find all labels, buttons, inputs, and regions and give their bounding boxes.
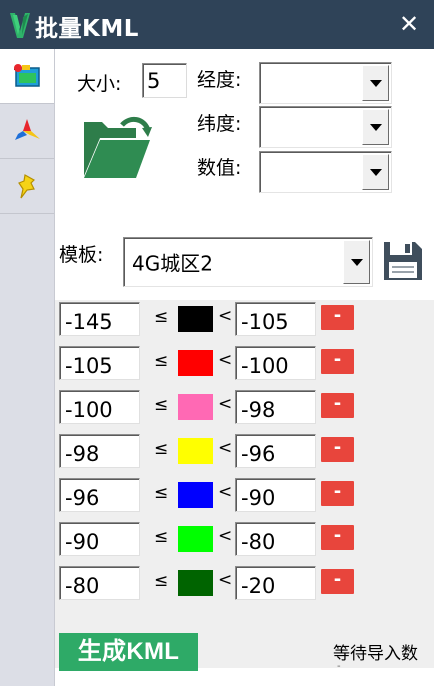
window-title: 批量KML bbox=[35, 16, 139, 42]
range-row: ≤ < - bbox=[55, 388, 434, 432]
range-max-input[interactable] bbox=[235, 434, 316, 468]
sidebar-tab-pin[interactable] bbox=[0, 159, 54, 214]
less-equal-symbol: ≤ bbox=[154, 483, 169, 503]
delete-range-button[interactable]: - bbox=[321, 481, 354, 506]
color-swatch[interactable] bbox=[178, 570, 213, 596]
pushpin-icon bbox=[18, 174, 35, 199]
range-min-input[interactable] bbox=[59, 478, 140, 512]
range-row: ≤ < - bbox=[55, 344, 434, 388]
color-swatch[interactable] bbox=[178, 394, 213, 420]
range-row: ≤ < - bbox=[55, 564, 434, 608]
delete-range-button[interactable]: - bbox=[321, 569, 354, 594]
delete-range-button[interactable]: - bbox=[321, 525, 354, 550]
size-label: 大小: bbox=[77, 73, 122, 95]
less-equal-symbol: ≤ bbox=[154, 439, 169, 459]
range-min-input[interactable] bbox=[59, 346, 140, 380]
range-row: ≤ < - bbox=[55, 476, 434, 520]
chevron-down-icon[interactable] bbox=[362, 154, 389, 190]
less-than-symbol: < bbox=[218, 526, 233, 546]
delete-range-button[interactable]: - bbox=[321, 437, 354, 462]
less-than-symbol: < bbox=[218, 570, 233, 590]
color-swatch[interactable] bbox=[178, 482, 213, 508]
less-than-symbol: < bbox=[218, 394, 233, 414]
range-row: ≤ < - bbox=[55, 520, 434, 564]
less-equal-symbol: ≤ bbox=[154, 571, 169, 591]
range-max-input[interactable] bbox=[235, 390, 316, 424]
template-select-value: 4G城区2 bbox=[132, 251, 213, 276]
template-label: 模板: bbox=[59, 244, 104, 266]
less-than-symbol: < bbox=[218, 306, 233, 326]
batch-kml-icon bbox=[14, 64, 40, 87]
color-swatch[interactable] bbox=[178, 350, 213, 376]
chevron-down-icon[interactable] bbox=[362, 65, 389, 101]
app-logo-icon bbox=[10, 13, 30, 38]
chevron-down-icon[interactable] bbox=[362, 109, 389, 145]
range-max-input[interactable] bbox=[235, 566, 316, 600]
sidebar-tab-batch-kml[interactable] bbox=[0, 49, 54, 104]
range-min-input[interactable] bbox=[59, 566, 140, 600]
value-select[interactable] bbox=[259, 151, 392, 193]
range-max-input[interactable] bbox=[235, 522, 316, 556]
color-swatch[interactable] bbox=[178, 306, 213, 332]
range-min-input[interactable] bbox=[59, 522, 140, 556]
less-than-symbol: < bbox=[218, 482, 233, 502]
color-swatch[interactable] bbox=[178, 526, 213, 552]
less-equal-symbol: ≤ bbox=[154, 527, 169, 547]
close-button[interactable]: ✕ bbox=[396, 9, 422, 39]
range-min-input[interactable] bbox=[59, 434, 140, 468]
status-text: 等待导入数 bbox=[333, 644, 418, 664]
delete-range-button[interactable]: - bbox=[321, 305, 354, 330]
title-bar: 批量KML ✕ bbox=[0, 0, 434, 49]
less-than-symbol: < bbox=[218, 350, 233, 370]
longitude-select[interactable] bbox=[259, 62, 392, 104]
sidebar-tab-color[interactable] bbox=[0, 104, 54, 159]
chevron-down-icon[interactable] bbox=[343, 240, 370, 284]
range-row: ≤ < - bbox=[55, 300, 434, 344]
less-equal-symbol: ≤ bbox=[154, 395, 169, 415]
less-than-symbol: < bbox=[218, 438, 233, 458]
main-panel: 大小: 经度: 纬度: 数值: 模板: 4G城区2 ≤ < bbox=[55, 49, 434, 686]
latitude-select[interactable] bbox=[259, 106, 392, 148]
less-equal-symbol: ≤ bbox=[154, 307, 169, 327]
range-max-input[interactable] bbox=[235, 302, 316, 336]
range-list: ≤ < - ≤ < - ≤ < - ≤ < - bbox=[55, 300, 434, 668]
sidebar bbox=[0, 49, 55, 686]
less-equal-symbol: ≤ bbox=[154, 351, 169, 371]
size-input[interactable] bbox=[142, 63, 187, 98]
range-row: ≤ < - bbox=[55, 432, 434, 476]
delete-range-button[interactable]: - bbox=[321, 349, 354, 374]
range-max-input[interactable] bbox=[235, 346, 316, 380]
latitude-label: 纬度: bbox=[197, 113, 242, 135]
longitude-label: 经度: bbox=[197, 69, 242, 91]
status-indicator: - bbox=[337, 661, 341, 672]
open-folder-icon[interactable] bbox=[82, 116, 154, 182]
range-max-input[interactable] bbox=[235, 478, 316, 512]
delete-range-button[interactable]: - bbox=[321, 393, 354, 418]
color-swatch[interactable] bbox=[178, 438, 213, 464]
value-label: 数值: bbox=[197, 157, 242, 179]
template-select[interactable]: 4G城区2 bbox=[123, 237, 373, 287]
range-min-input[interactable] bbox=[59, 390, 140, 424]
save-icon[interactable] bbox=[382, 239, 424, 283]
range-min-input[interactable] bbox=[59, 302, 140, 336]
generate-kml-button[interactable]: 生成KML bbox=[59, 633, 198, 671]
color-triad-icon bbox=[15, 119, 40, 140]
